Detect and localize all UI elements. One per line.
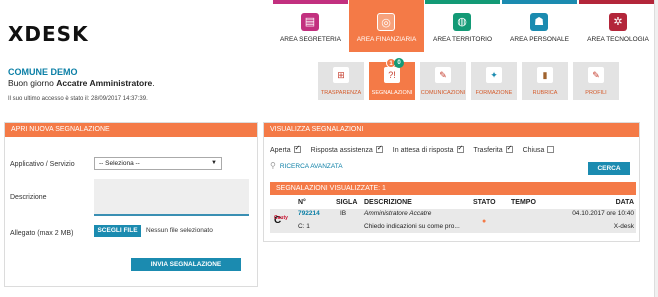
new-report-panel: APRI NUOVA SEGNALAZIONE Applicativo / Se…: [4, 122, 258, 287]
col-num: N°: [298, 199, 306, 206]
choose-file-button[interactable]: SCEGLI FILE: [94, 225, 141, 237]
report-product: X-desk: [613, 223, 634, 230]
user-info: COMUNE DEMO Buon giorno Accatre Amminist…: [8, 67, 268, 103]
func-profili[interactable]: ✎ PROFILI: [573, 62, 619, 100]
area-personale-tab[interactable]: ☗ AREA PERSONALE: [502, 0, 577, 52]
func-formazione[interactable]: ✦ FORMAZIONE: [471, 62, 517, 100]
area-segreteria-tab[interactable]: ▤ AREA SEGRETERIA: [273, 0, 348, 52]
coins-icon: ◎: [377, 13, 395, 31]
greeting: Buon giorno Accatre Amministratore.: [8, 78, 268, 88]
results-header: SEGNALAZIONI VISUALIZZATE: 1: [270, 182, 636, 195]
last-access: Il suo ultimo accesso è stato il: 28/09/…: [8, 96, 148, 102]
col-stato: STATO: [473, 199, 496, 206]
scrollbar[interactable]: [654, 0, 658, 297]
filter-risposta-checkbox[interactable]: [375, 144, 383, 153]
area-color-strip: [502, 0, 577, 4]
function-toolbar: ⊞ TRASPARENZA ?! 1 0 SEGNALAZIONI ✎ COMU…: [318, 58, 658, 102]
func-segnalazioni[interactable]: ?! 1 0 SEGNALAZIONI: [369, 58, 415, 100]
chevron-down-icon: ▼: [211, 160, 217, 166]
status-filters: Aperta Risposta assistenza In attesa di …: [270, 144, 562, 154]
submit-report-button[interactable]: INVIA SEGNALAZIONE: [131, 258, 241, 271]
advanced-search-link[interactable]: ⚲ RICERCA AVANZATA: [270, 161, 343, 170]
filter-label: In attesa di risposta: [392, 147, 454, 154]
view-reports-panel: VISUALIZZA SEGNALAZIONI Aperta Risposta …: [263, 122, 640, 242]
greeting-suffix: .: [152, 78, 155, 88]
func-label: PROFILI: [585, 90, 607, 96]
attachment-label: Allegato (max 2 MB): [10, 230, 74, 237]
advanced-search-label: RICERCA AVANZATA: [279, 163, 343, 170]
filter-trasferita-checkbox[interactable]: [505, 144, 513, 153]
area-label: AREA FINANZIARIA: [356, 36, 417, 43]
area-label: AREA PERSONALE: [510, 36, 569, 43]
area-tecnologia-tab[interactable]: ✲ AREA TECNOLOGIA: [579, 0, 657, 52]
globe-icon: ◍: [453, 13, 471, 31]
filter-label: Chiusa: [522, 147, 545, 154]
area-color-strip: [579, 0, 657, 4]
area-color-strip: [349, 0, 424, 4]
col-data: DATA: [615, 199, 634, 206]
search-button[interactable]: CERCA: [588, 162, 630, 175]
filter-attesa-checkbox[interactable]: [456, 144, 464, 153]
col-descrizione: DESCRIZIONE: [364, 199, 412, 206]
alert-icon: ?!: [384, 67, 400, 83]
report-author: Amministratore Accatre: [364, 210, 432, 217]
func-label: FORMAZIONE: [475, 90, 513, 96]
col-sigla: SIGLA: [336, 199, 358, 206]
report-counter: C: 1: [298, 223, 310, 230]
func-label: TRASPARENZA: [320, 90, 362, 96]
table-row[interactable]: C Cauty 792214 C: 1 IB Amministratore Acc…: [270, 209, 636, 233]
func-label: SEGNALAZIONI: [371, 90, 413, 96]
app-service-label: Applicativo / Servizio: [10, 161, 75, 168]
filter-label: Risposta assistenza: [310, 147, 373, 154]
app-logo[interactable]: XDESK: [8, 22, 89, 46]
func-label: RUBRICA: [532, 90, 558, 96]
filter-chiusa-checkbox[interactable]: [547, 146, 555, 153]
func-trasparenza[interactable]: ⊞ TRASPARENZA: [318, 62, 364, 100]
greeting-prefix: Buon giorno: [8, 78, 54, 88]
func-label: COMUNICAZIONI: [420, 90, 466, 96]
filter-label: Aperta: [270, 147, 291, 154]
panel-title: VISUALIZZA SEGNALAZIONI: [264, 123, 639, 137]
top-header: XDESK ▤ AREA SEGRETERIA ◎ AREA FINANZIAR…: [0, 0, 658, 52]
description-textarea[interactable]: [94, 179, 249, 216]
status-chat-icon: ●: [482, 218, 487, 225]
municipality-name: COMUNE DEMO: [8, 67, 78, 77]
user-name: Accatre Amministratore: [56, 78, 153, 88]
area-finanziaria-tab[interactable]: ◎ AREA FINANZIARIA: [349, 0, 424, 52]
no-file-text: Nessun file selezionato: [146, 227, 213, 234]
search-icon: ⚲: [270, 161, 276, 170]
area-label: AREA SEGRETERIA: [279, 36, 342, 43]
filter-label: Trasferita: [473, 147, 503, 154]
profile-icon: ✎: [588, 67, 604, 83]
select-value: -- Seleziona --: [99, 160, 140, 167]
func-rubrica[interactable]: ▮ RUBRICA: [522, 62, 568, 100]
area-color-strip: [273, 0, 348, 4]
people-icon: ☗: [530, 13, 548, 31]
filter-aperta-checkbox[interactable]: [293, 144, 301, 153]
report-number-link[interactable]: 792214: [298, 210, 320, 217]
panel-title: APRI NUOVA SEGNALAZIONE: [5, 123, 257, 137]
network-icon: ✲: [609, 13, 627, 31]
megaphone-icon: ✎: [435, 67, 451, 83]
book-icon: ▮: [537, 67, 553, 83]
area-territorio-tab[interactable]: ◍ AREA TERRITORIO: [425, 0, 500, 52]
area-color-strip: [425, 0, 500, 4]
area-label: AREA TECNOLOGIA: [587, 36, 649, 43]
document-icon: ▤: [301, 13, 319, 31]
area-nav: ▤ AREA SEGRETERIA ◎ AREA FINANZIARIA ◍ A…: [273, 0, 657, 52]
brand-logo: C Cauty: [274, 215, 288, 226]
report-description: Chiedo indicazioni su come pro...: [364, 223, 460, 230]
report-date: 04.10.2017 ore 10:40: [572, 210, 634, 217]
badge-answered-count: 0: [394, 58, 404, 68]
training-icon: ✦: [486, 67, 502, 83]
app-service-select[interactable]: -- Seleziona -- ▼: [94, 157, 222, 170]
description-label: Descrizione: [10, 194, 47, 201]
func-comunicazioni[interactable]: ✎ COMUNICAZIONI: [420, 62, 466, 100]
col-tempo: TEMPO: [511, 199, 536, 206]
report-sigla: IB: [340, 210, 347, 217]
transparency-icon: ⊞: [333, 67, 349, 83]
area-label: AREA TERRITORIO: [433, 36, 492, 43]
